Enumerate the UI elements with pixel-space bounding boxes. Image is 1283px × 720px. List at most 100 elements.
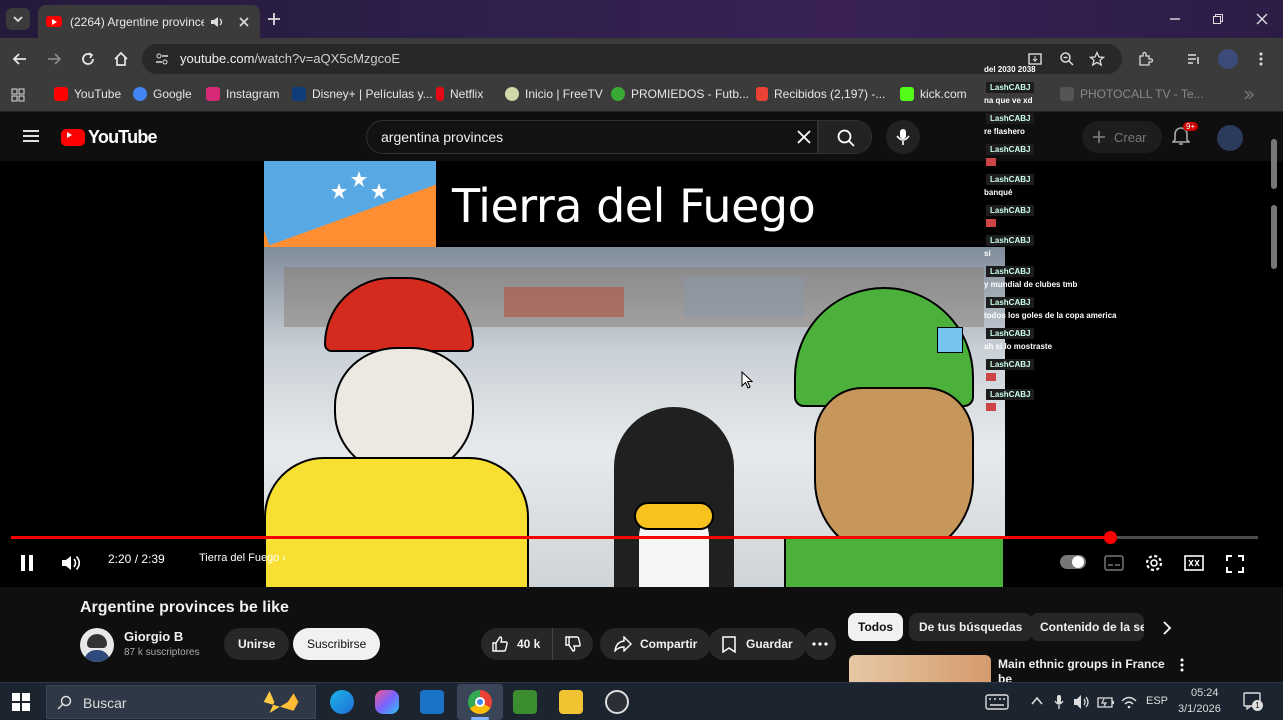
page-scrollbar[interactable] — [1270, 139, 1278, 269]
bookmark-youtube[interactable]: YouTube — [54, 87, 121, 101]
subscribe-button[interactable]: Suscribirse — [293, 628, 381, 660]
pause-icon[interactable] — [19, 554, 35, 572]
channel-name[interactable]: Giorgio B — [124, 629, 183, 644]
search-button[interactable] — [818, 120, 872, 154]
progress-scrubber[interactable] — [1104, 531, 1117, 544]
chat-username: LashCABJ — [986, 266, 1035, 277]
subtitles-icon[interactable] — [1104, 555, 1124, 571]
autoplay-toggle[interactable] — [1060, 555, 1086, 569]
reload-icon — [82, 52, 94, 65]
emote-icon — [986, 373, 996, 381]
like-button[interactable]: 40 k — [481, 628, 553, 660]
url-text: youtube.com/watch?v=aQX5cMzgcoE — [180, 51, 400, 66]
back-button[interactable] — [10, 49, 30, 69]
bookmark-instagram[interactable]: Instagram — [206, 87, 279, 101]
channel-avatar[interactable] — [80, 628, 114, 662]
chip-all[interactable]: Todos — [848, 613, 904, 641]
chat-message: re flashero — [984, 127, 1025, 136]
notification-center-button[interactable]: 1 — [1243, 692, 1263, 711]
browser-menu-icon[interactable] — [1258, 51, 1264, 67]
microphone-icon[interactable] — [1054, 694, 1064, 710]
hamburger-menu-icon[interactable] — [22, 129, 40, 143]
profile-avatar[interactable] — [1218, 49, 1238, 69]
home-button[interactable] — [111, 49, 131, 69]
save-button[interactable]: Guardar — [708, 628, 807, 660]
speaker-icon[interactable] — [1073, 694, 1091, 710]
progress-bar[interactable] — [11, 531, 1258, 544]
minimize-button[interactable] — [1162, 8, 1188, 30]
battery-icon[interactable] — [1097, 695, 1115, 709]
bookmark-label: YouTube — [74, 87, 122, 101]
settings-gear-icon[interactable] — [1144, 553, 1164, 573]
bookmark-kick[interactable]: kick.com — [900, 87, 967, 101]
clock-time[interactable]: 05:24 — [1191, 687, 1219, 699]
forward-button[interactable] — [44, 49, 64, 69]
clear-search-icon[interactable] — [797, 130, 811, 144]
bookmark-freetv[interactable]: Inicio | FreeTV — [505, 87, 603, 101]
reload-button[interactable] — [78, 49, 98, 69]
more-vertical-icon[interactable] — [1180, 658, 1184, 672]
file-explorer-icon[interactable] — [559, 690, 583, 714]
theater-mode-icon[interactable] — [1184, 555, 1204, 571]
speaker-icon[interactable] — [210, 16, 224, 28]
obs-icon[interactable] — [605, 690, 629, 714]
minecraft-icon[interactable] — [513, 690, 537, 714]
taskbar-search[interactable]: Buscar — [46, 685, 316, 719]
subscribe-label: Suscribirse — [307, 637, 367, 651]
windows-start-icon[interactable] — [12, 693, 30, 711]
recommendation-thumbnail[interactable] — [849, 655, 991, 682]
soldier-character — [784, 287, 1005, 587]
copilot-icon[interactable] — [375, 690, 399, 714]
bookmark-label: Inicio | FreeTV — [525, 87, 603, 101]
stream-chat-overlay: del 2030 2038 LashCABJ na que ve xd Lash… — [982, 62, 1122, 412]
new-tab-button[interactable] — [262, 8, 286, 30]
bookmark-promiedos[interactable]: PROMIEDOS - Futb... — [611, 87, 749, 101]
edge-icon[interactable] — [330, 690, 354, 714]
account-avatar[interactable] — [1217, 125, 1243, 151]
chrome-icon — [468, 690, 492, 714]
chip-from-searches[interactable]: De tus búsquedas — [909, 613, 1033, 641]
outlook-icon[interactable] — [420, 690, 444, 714]
chip-series[interactable]: Contenido de la ser — [1030, 613, 1144, 641]
tab-title: (2264) Argentine provinces — [70, 14, 204, 29]
restore-button[interactable] — [1205, 8, 1231, 30]
site-settings-icon[interactable] — [155, 52, 169, 66]
fullscreen-icon[interactable] — [1226, 555, 1244, 573]
chrome-taskbar-active[interactable] — [457, 684, 503, 720]
bookmark-gmail[interactable]: Recibidos (2,197) -... — [756, 87, 885, 101]
share-button[interactable]: Compartir — [600, 628, 712, 660]
search-input[interactable]: argentina provinces — [381, 129, 503, 145]
input-language[interactable]: ESP — [1146, 695, 1168, 707]
media-control-icon[interactable] — [1186, 51, 1202, 67]
more-bookmarks-icon[interactable] — [1243, 89, 1255, 101]
bookmark-disney[interactable]: Disney+ | Películas y... — [292, 87, 433, 101]
chevron-up-icon[interactable] — [1031, 696, 1043, 706]
youtube-favicon-icon — [46, 16, 62, 27]
tab-search-button[interactable] — [6, 8, 30, 30]
notifications-button[interactable]: 9+ — [1171, 122, 1199, 148]
join-button[interactable]: Unirse — [224, 628, 290, 660]
clock-date[interactable]: 3/1/2026 — [1178, 703, 1221, 715]
bookmark-label: Recibidos (2,197) -... — [774, 87, 886, 101]
chapter-title[interactable]: Tierra del Fuego › — [199, 552, 286, 564]
apps-grid-icon[interactable] — [11, 88, 25, 102]
volume-icon[interactable] — [61, 553, 83, 573]
keyboard-icon[interactable] — [985, 694, 1009, 710]
disney-icon — [292, 87, 306, 101]
address-bar[interactable]: youtube.com/watch?v=aQX5cMzgcoE — [142, 44, 1122, 74]
emote-icon — [986, 403, 996, 411]
bookmark-google[interactable]: Google — [133, 87, 192, 101]
tab-close-icon[interactable] — [238, 16, 250, 28]
tab-youtube[interactable]: (2264) Argentine provinces — [38, 5, 260, 38]
extensions-icon[interactable] — [1137, 51, 1153, 67]
chat-username: LashCABJ — [986, 359, 1035, 370]
wifi-icon[interactable] — [1121, 695, 1137, 709]
close-window-button[interactable] — [1249, 8, 1275, 30]
youtube-logo[interactable]: YouTube — [61, 127, 158, 148]
dislike-button[interactable] — [553, 628, 593, 660]
bookmark-netflix[interactable]: Netflix — [436, 87, 483, 101]
chevron-right-icon[interactable] — [1162, 621, 1172, 635]
time-display: 2:20 / 2:39 — [108, 552, 165, 566]
more-actions-button[interactable] — [804, 628, 836, 660]
voice-search-button[interactable] — [886, 120, 920, 154]
